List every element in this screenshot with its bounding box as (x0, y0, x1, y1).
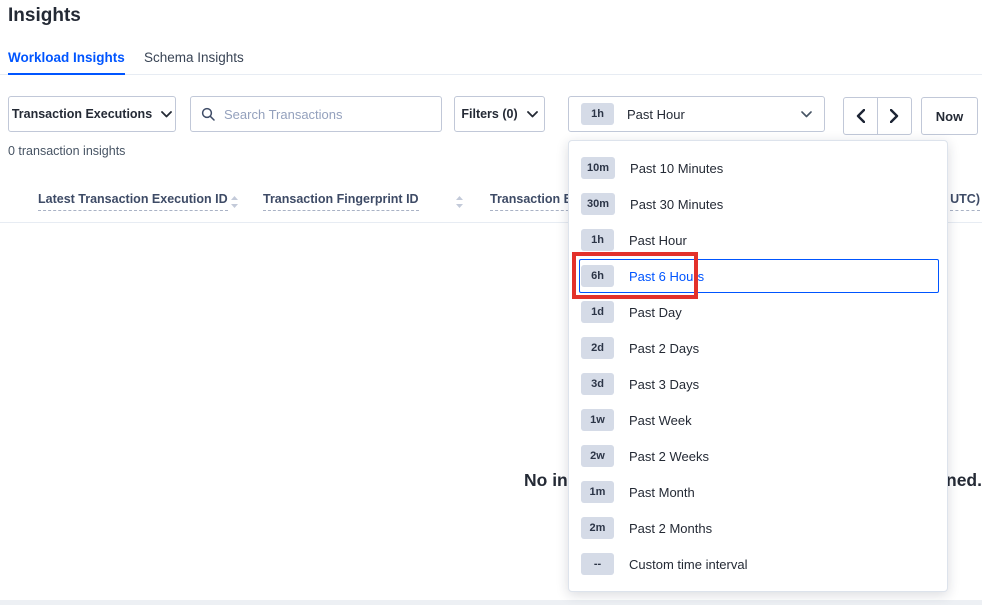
chevron-left-icon (856, 109, 865, 123)
chevron-down-icon (161, 111, 172, 118)
column-header-latest-transaction-execution-id[interactable]: Latest Transaction Execution ID (38, 192, 228, 211)
next-interval-button[interactable] (878, 98, 912, 134)
tab-schema-insights[interactable]: Schema Insights (144, 47, 244, 75)
tab-bar: Workload Insights Schema Insights (0, 44, 982, 75)
menu-item-past-10-minutes[interactable]: 10m Past 10 Minutes (569, 150, 947, 186)
insights-count: 0 transaction insights (8, 144, 125, 158)
chevron-down-icon (801, 111, 812, 118)
insights-page: Insights Workload Insights Schema Insigh… (0, 0, 982, 605)
previous-interval-button[interactable] (844, 98, 878, 134)
empty-state-text-fragment: No in (524, 470, 568, 491)
search-box[interactable] (190, 96, 442, 132)
search-input[interactable] (224, 107, 431, 122)
menu-item-past-day[interactable]: 1d Past Day (569, 294, 947, 330)
menu-item-past-3-days[interactable]: 3d Past 3 Days (569, 366, 947, 402)
chevron-down-icon (527, 111, 538, 118)
sort-toggle-icon[interactable] (455, 195, 464, 209)
time-range-badge: 1h (581, 103, 614, 125)
tab-workload-insights[interactable]: Workload Insights (8, 47, 125, 75)
sort-toggle-icon[interactable] (230, 195, 239, 209)
menu-item-past-week[interactable]: 1w Past Week (569, 402, 947, 438)
time-pager (843, 97, 912, 135)
time-range-select[interactable]: 1h Past Hour (568, 96, 825, 132)
search-icon (201, 107, 215, 121)
filters-button[interactable]: Filters (0) (454, 96, 545, 132)
menu-item-past-hour[interactable]: 1h Past Hour (569, 222, 947, 258)
menu-item-past-2-weeks[interactable]: 2w Past 2 Weeks (569, 438, 947, 474)
menu-item-past-2-days[interactable]: 2d Past 2 Days (569, 330, 947, 366)
now-button[interactable]: Now (921, 97, 978, 135)
filters-label: Filters (0) (461, 107, 517, 121)
page-background-strip (0, 600, 982, 605)
menu-item-past-2-months[interactable]: 2m Past 2 Months (569, 510, 947, 546)
column-header-transaction-fingerprint-id[interactable]: Transaction Fingerprint ID (263, 192, 419, 211)
page-title: Insights (8, 5, 81, 27)
column-header-transaction-execution[interactable]: Transaction Ex (490, 192, 570, 211)
menu-item-custom-time-interval[interactable]: -- Custom time interval (569, 546, 947, 582)
time-range-label: Past Hour (627, 107, 685, 122)
column-header-time-utc[interactable]: UTC) (950, 192, 980, 211)
menu-item-past-30-minutes[interactable]: 30m Past 30 Minutes (569, 186, 947, 222)
transaction-type-label: Transaction Executions (12, 107, 152, 121)
time-range-dropdown-menu: 10m Past 10 Minutes 30m Past 30 Minutes … (568, 140, 948, 592)
menu-item-past-6-hours[interactable]: 6h Past 6 Hours (569, 258, 947, 294)
empty-state-text-fragment: ned. (946, 470, 982, 491)
menu-item-past-month[interactable]: 1m Past Month (569, 474, 947, 510)
chevron-right-icon (890, 109, 899, 123)
transaction-type-select[interactable]: Transaction Executions (8, 96, 176, 132)
